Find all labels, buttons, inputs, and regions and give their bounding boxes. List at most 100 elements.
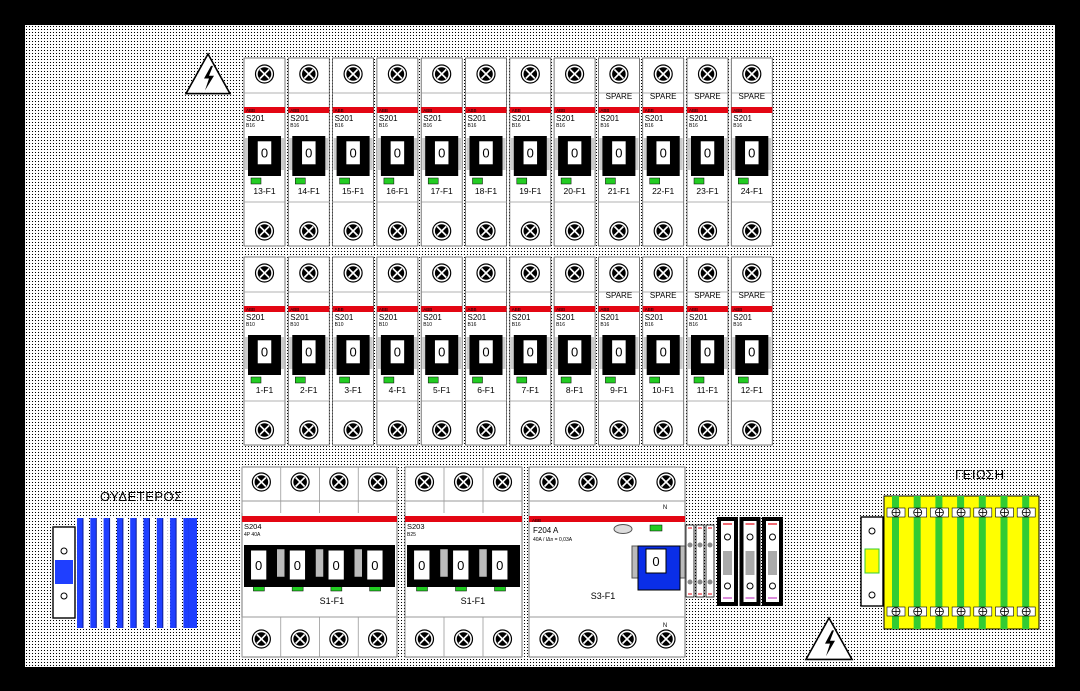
- tie-bar: [276, 548, 285, 578]
- breaker-handle[interactable]: 0: [735, 335, 769, 375]
- terminal-screw-icon: [329, 472, 349, 492]
- breaker-id: 10-F1: [652, 385, 674, 395]
- breaker-handle[interactable]: 0: [248, 136, 281, 176]
- mcb-breaker-24-F1[interactable]: SPARE ABBS201B16 0 24-F1: [730, 57, 773, 247]
- terminal-screw-icon: [609, 420, 629, 440]
- mcb-breaker-17-F1[interactable]: ABBS201B16 0 17-F1: [420, 57, 463, 247]
- breaker-handle[interactable]: 0: [558, 136, 592, 176]
- spare-label: SPARE: [606, 291, 633, 300]
- handle-state: 0: [482, 345, 489, 360]
- mcb-breaker-21-F1[interactable]: SPARE ABBS201B16 0 21-F1: [598, 57, 640, 247]
- breaker-handle[interactable]: 0: [646, 335, 680, 375]
- breaker-handle[interactable]: 0: [691, 335, 724, 375]
- handle-state: 0: [255, 558, 262, 573]
- main-switch-s204[interactable]: S2044P 40A 0 0 0 0 S1-F1: [241, 466, 398, 658]
- mcb-s203[interactable]: S203B25 0 0 0 S1-F1: [404, 466, 523, 658]
- rating-label: B16: [379, 123, 388, 129]
- terminal-screw-icon: [609, 221, 629, 241]
- mcb-breaker-18-F1[interactable]: ABBS201B16 0 18-F1: [465, 57, 507, 247]
- rating-label: B10: [379, 322, 388, 328]
- breaker-handle[interactable]: 0: [513, 136, 547, 176]
- mcb-breaker-13-F1[interactable]: ABBS201B16 0 13-F1: [243, 57, 286, 247]
- rating-label: 40A / IΔn = 0,03A: [533, 537, 573, 543]
- terminal-screw-icon: [742, 221, 762, 241]
- terminal-screw-icon: [343, 263, 363, 283]
- terminal-screw-icon: [520, 420, 540, 440]
- terminal-screw-icon: [492, 629, 513, 649]
- mcb-breaker-16-F1[interactable]: ABBS201B16 0 16-F1: [376, 57, 419, 247]
- terminal-block: [685, 524, 695, 598]
- terminal-screw-icon: [564, 221, 585, 241]
- breaker-handle[interactable]: 0: [336, 335, 370, 375]
- terminal-screw-icon: [343, 221, 363, 241]
- rating-label: B16: [556, 123, 565, 129]
- status-indicator: [250, 376, 262, 384]
- breaker-handle[interactable]: 0: [469, 136, 503, 176]
- mcb-breaker-8-F1[interactable]: ABBS201B16 0 8-F1: [553, 256, 596, 446]
- mcb-breaker-9-F1[interactable]: SPARE ABBS201B16 0 9-F1: [598, 256, 640, 446]
- brand-label: ABB: [468, 108, 477, 113]
- mcb-breaker-10-F1[interactable]: SPARE ABBS201B16 0 10-F1: [642, 256, 685, 446]
- mcb-breaker-4-F1[interactable]: ABBS201B10 0 4-F1: [376, 256, 419, 446]
- mcb-breaker-7-F1[interactable]: ABBS201B16 0 7-F1: [509, 256, 552, 446]
- terminal-screw-icon: [742, 64, 762, 84]
- breaker-handle[interactable]: 0: [292, 136, 326, 176]
- breaker-handle[interactable]: 0: [513, 335, 547, 375]
- terminal-screw: [707, 542, 713, 548]
- breaker-handle[interactable]: 0: [248, 335, 281, 375]
- mcb-breaker-11-F1[interactable]: SPARE ABBS201B16 0 11-F1: [686, 256, 729, 446]
- mcb-breaker-1-F1[interactable]: ABBS201B10 0 1-F1: [243, 256, 286, 446]
- terminal-screw-icon: [299, 221, 319, 241]
- brand-label: ABB: [556, 307, 565, 312]
- handle-state: 0: [349, 146, 356, 161]
- terminal-screw-icon: [697, 420, 718, 440]
- mcb-breaker-5-F1[interactable]: ABBS201B10 0 5-F1: [420, 256, 463, 446]
- status-indicator: [472, 177, 483, 185]
- mcb-breaker-23-F1[interactable]: SPARE ABBS201B16 0 23-F1: [686, 57, 729, 247]
- mcb-breaker-3-F1[interactable]: ABBS201B10 0 3-F1: [332, 256, 375, 446]
- tie-bar: [439, 548, 449, 578]
- breaker-handle[interactable]: 0: [380, 136, 414, 176]
- rcd-f204a[interactable]: N N ABB F204 A 40A / IΔn = 0,03A 0 S3-F1: [528, 466, 686, 658]
- test-button[interactable]: [613, 524, 633, 534]
- neutral-terminal: [170, 518, 177, 628]
- breaker-id: 8-F1: [566, 385, 584, 395]
- breaker-handle[interactable]: 0: [425, 335, 459, 375]
- terminal-screw: [868, 591, 876, 599]
- breaker-handle[interactable]: 0: [292, 335, 326, 375]
- breaker-handle[interactable]: 0: [380, 335, 414, 375]
- breaker-handle[interactable]: 0: [602, 136, 636, 176]
- mcb-breaker-12-F1[interactable]: SPARE ABBS201B16 0 12-F1: [730, 256, 773, 446]
- mcb-breaker-22-F1[interactable]: SPARE ABBS201B16 0 22-F1: [642, 57, 685, 247]
- mcb-breaker-20-F1[interactable]: ABBS201B16 0 20-F1: [553, 57, 596, 247]
- breaker-handle[interactable]: 0: [602, 335, 636, 375]
- mcb-breaker-6-F1[interactable]: ABBS201B16 0 6-F1: [465, 256, 507, 446]
- breaker-handle[interactable]: 0: [735, 136, 769, 176]
- breaker-id: 20-F1: [563, 186, 585, 196]
- spare-label: SPARE: [739, 92, 766, 101]
- earth-terminal-icon: [956, 607, 966, 616]
- mcb-breaker-19-F1[interactable]: ABBS201B16 0 19-F1: [509, 57, 552, 247]
- breaker-id: 22-F1: [652, 186, 674, 196]
- terminal-screw-icon: [697, 263, 718, 283]
- breaker-handle[interactable]: 0: [646, 136, 680, 176]
- mcb-breaker-15-F1[interactable]: ABBS201B16 0 15-F1: [332, 57, 375, 247]
- terminal-screw-icon: [299, 263, 319, 283]
- terminal-screw-icon: [251, 472, 271, 492]
- breaker-handle[interactable]: 0: [336, 136, 370, 176]
- rating-label: B16: [689, 322, 698, 328]
- brand-label: ABB: [645, 108, 654, 113]
- handle-state: 0: [261, 146, 268, 161]
- model-label: S201: [556, 313, 575, 322]
- neutral-terminal-gap: [176, 518, 182, 628]
- breaker-handle[interactable]: 0: [425, 136, 459, 176]
- terminal-screw-icon: [329, 629, 349, 649]
- breaker-handle[interactable]: 0: [691, 136, 724, 176]
- mcb-breaker-14-F1[interactable]: ABBS201B16 0 14-F1: [287, 57, 330, 247]
- breaker-handle[interactable]: 0: [469, 335, 503, 375]
- mcb-breaker-2-F1[interactable]: ABBS201B10 0 2-F1: [287, 256, 330, 446]
- breaker-handle[interactable]: 0: [558, 335, 592, 375]
- status-indicator: [693, 376, 705, 384]
- terminal-screw-icon: [476, 420, 496, 440]
- terminal-screw-icon: [432, 64, 452, 84]
